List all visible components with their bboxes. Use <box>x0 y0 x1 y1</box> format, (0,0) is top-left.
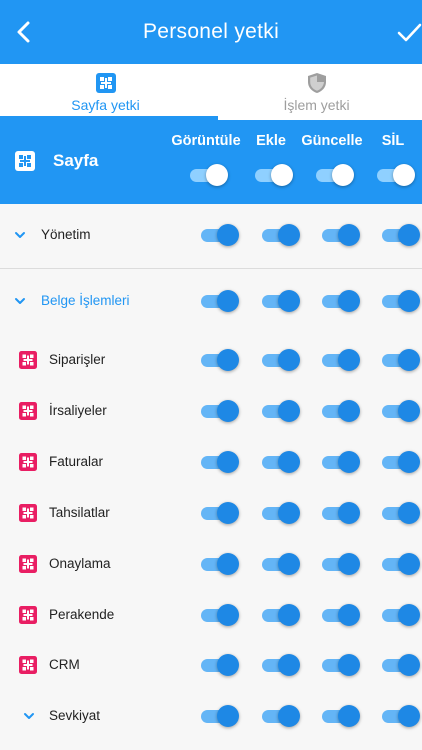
row-label: Faturalar <box>49 454 104 469</box>
toggle-all-view[interactable] <box>190 164 228 186</box>
row-label: Yönetim <box>41 227 91 242</box>
page-icon <box>19 656 37 674</box>
toggle-view[interactable] <box>201 604 239 626</box>
toggle-view[interactable] <box>201 451 239 473</box>
permissions-header-label: Sayfa <box>53 151 99 170</box>
page-icon <box>19 555 37 573</box>
confirm-check-icon[interactable] <box>396 20 422 46</box>
toggle-add[interactable] <box>262 553 300 575</box>
tab-page-permission[interactable]: Sayfa yetki <box>0 64 211 120</box>
toggle-update[interactable] <box>322 654 360 676</box>
page-icon <box>19 453 37 471</box>
toggle-update[interactable] <box>322 349 360 371</box>
toggle-add[interactable] <box>262 604 300 626</box>
row-label: Sevkiyat <box>49 708 101 723</box>
tab-bar: Sayfa yetki İşlem yetki <box>0 64 422 120</box>
page-title: Personel yetki <box>142 20 280 43</box>
toggle-delete[interactable] <box>382 224 420 246</box>
permission-row[interactable]: Siparişler <box>0 340 422 380</box>
page-permission-icon <box>15 151 35 171</box>
toggle-delete[interactable] <box>382 290 420 312</box>
toggle-add[interactable] <box>262 290 300 312</box>
toggle-add[interactable] <box>262 349 300 371</box>
toggle-view[interactable] <box>201 224 239 246</box>
toggle-delete[interactable] <box>382 451 420 473</box>
toggle-view[interactable] <box>201 349 239 371</box>
row-label: Onaylama <box>49 556 111 571</box>
toggle-delete[interactable] <box>382 654 420 676</box>
toggle-update[interactable] <box>322 290 360 312</box>
row-label: Siparişler <box>49 352 106 367</box>
row-label: İrsaliyeler <box>49 403 107 418</box>
permission-row[interactable]: Faturalar <box>0 442 422 482</box>
chevron-down-icon[interactable] <box>23 710 35 722</box>
permissions-header: Sayfa Görüntüle Ekle Güncelle SİL <box>0 120 422 204</box>
page-icon <box>19 606 37 624</box>
toggle-update[interactable] <box>322 705 360 727</box>
toggle-all-update[interactable] <box>316 164 354 186</box>
toggle-add[interactable] <box>262 400 300 422</box>
toggle-view[interactable] <box>201 400 239 422</box>
page-permission-icon <box>96 73 116 93</box>
toggle-update[interactable] <box>322 400 360 422</box>
shield-icon <box>308 73 326 93</box>
chevron-down-icon[interactable] <box>14 295 26 307</box>
tab-label: İşlem yetki <box>283 97 350 113</box>
toggle-delete[interactable] <box>382 349 420 371</box>
permission-row[interactable]: CRM <box>0 645 422 685</box>
toggle-add[interactable] <box>262 224 300 246</box>
page-icon <box>19 351 37 369</box>
toggle-add[interactable] <box>262 451 300 473</box>
permission-row[interactable]: Sevkiyat <box>0 696 422 736</box>
toggle-view[interactable] <box>201 502 239 524</box>
permission-row[interactable]: Yönetim <box>0 215 422 255</box>
toggle-delete[interactable] <box>382 553 420 575</box>
toggle-view[interactable] <box>201 553 239 575</box>
toggle-view[interactable] <box>201 705 239 727</box>
toggle-view[interactable] <box>201 290 239 312</box>
toggle-delete[interactable] <box>382 400 420 422</box>
toggle-update[interactable] <box>322 451 360 473</box>
row-label: Belge İşlemleri <box>41 293 130 308</box>
toggle-add[interactable] <box>262 705 300 727</box>
permission-row[interactable]: Onaylama <box>0 544 422 584</box>
tab-action-permission[interactable]: İşlem yetki <box>211 64 422 120</box>
permission-row[interactable]: İrsaliyeler <box>0 391 422 431</box>
toggle-delete[interactable] <box>382 604 420 626</box>
toggle-delete[interactable] <box>382 502 420 524</box>
row-label: CRM <box>49 657 80 672</box>
chevron-down-icon[interactable] <box>14 229 26 241</box>
toggle-update[interactable] <box>322 502 360 524</box>
toggle-view[interactable] <box>201 654 239 676</box>
toggle-all-delete[interactable] <box>377 164 415 186</box>
row-label: Tahsilatlar <box>49 505 110 520</box>
permission-row[interactable]: Tahsilatlar <box>0 493 422 533</box>
toggle-delete[interactable] <box>382 705 420 727</box>
column-delete: SİL <box>381 133 405 149</box>
toggle-all-add[interactable] <box>255 164 293 186</box>
toggle-add[interactable] <box>262 502 300 524</box>
toggle-update[interactable] <box>322 604 360 626</box>
page-icon <box>19 402 37 420</box>
page-icon <box>19 504 37 522</box>
toggle-update[interactable] <box>322 224 360 246</box>
tab-label: Sayfa yetki <box>71 97 140 113</box>
permission-row[interactable]: Belge İşlemleri <box>0 281 422 321</box>
row-label: Perakende <box>49 607 115 622</box>
app-header: Personel yetki <box>0 0 422 64</box>
toggle-add[interactable] <box>262 654 300 676</box>
toggle-update[interactable] <box>322 553 360 575</box>
section-divider <box>0 268 422 269</box>
permission-row[interactable]: Perakende <box>0 595 422 635</box>
